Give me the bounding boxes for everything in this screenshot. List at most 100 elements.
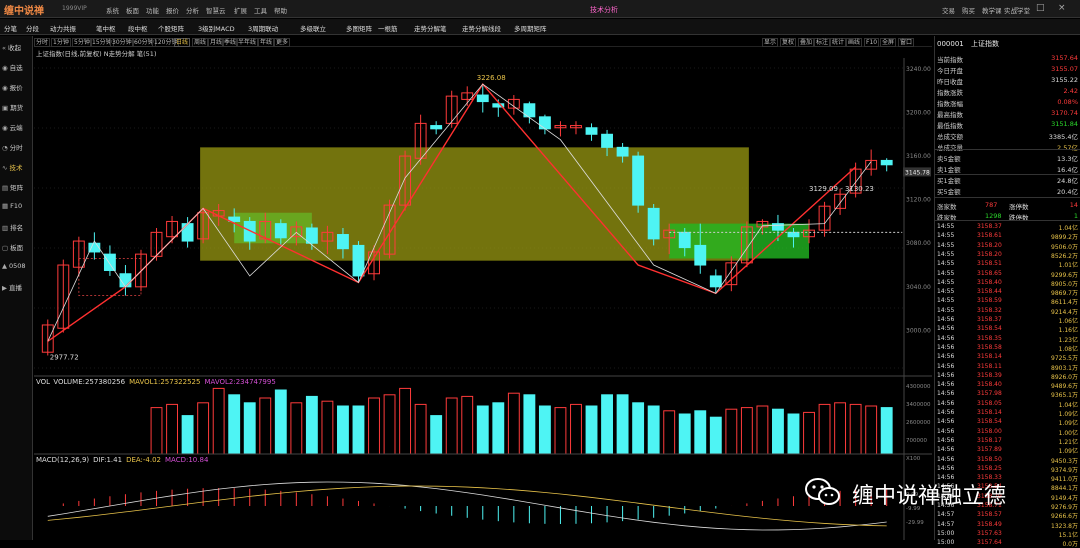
chart-tool-button[interactable]: 窗口: [898, 38, 915, 47]
sidebar-label: 0508: [9, 262, 26, 270]
period-tab[interactable]: 5分钟: [72, 38, 92, 47]
sidebar-icon: ◉: [2, 124, 8, 132]
volume-bar: [538, 405, 551, 455]
toolbar-button[interactable]: 多图矩阵: [346, 23, 372, 33]
menu-item[interactable]: 工具: [254, 5, 267, 15]
tick-row: 14:55 3158.20 9506.0万: [935, 241, 1080, 251]
period-tab[interactable]: 更多: [274, 38, 291, 47]
tick-price: 3158.37: [977, 316, 1002, 323]
chart-tool-button[interactable]: 画线: [846, 38, 863, 47]
menu-item[interactable]: 系统: [106, 5, 119, 15]
menu-item[interactable]: 报价: [166, 5, 179, 15]
chart-tool-button[interactable]: 显示: [762, 38, 779, 47]
quote-row: 指数涨幅 0.08%: [935, 96, 1080, 108]
right-menu-item[interactable]: 交易: [942, 5, 955, 15]
chart-tool-button[interactable]: F10: [864, 38, 880, 47]
sidebar-item[interactable]: ▣ 期货: [2, 102, 23, 112]
toolbar-button[interactable]: 一根筋: [378, 23, 398, 33]
toolbar-button[interactable]: 多周期矩阵: [514, 23, 547, 33]
volume-info-part: MAVOL1:257322525: [129, 378, 200, 386]
tick-price: 3158.14: [977, 409, 1002, 416]
volume-axis-label: 700000: [906, 438, 927, 444]
volume-bar: [616, 394, 629, 455]
tick-price: 3158.00: [977, 427, 1002, 435]
quote-label: 买5金额: [937, 188, 961, 196]
chart-tool-button[interactable]: 叠加: [798, 38, 815, 47]
sidebar-label: 矩阵: [10, 184, 24, 192]
count-value: 1: [1073, 212, 1078, 220]
sidebar-item[interactable]: ▥ 排名: [2, 222, 23, 232]
tick-price: 3158.14: [977, 353, 1002, 361]
close-icon[interactable]: ×: [1058, 3, 1066, 13]
sidebar-item[interactable]: ◉ 自选: [2, 62, 23, 72]
sidebar-label: 板面: [10, 244, 24, 252]
macd-info: MACD(12,26,9) DIF:1.41 DEA:-4.02 MACD:10.84: [36, 456, 209, 464]
sidebar-item[interactable]: ◉ 云端: [2, 122, 23, 132]
tick-time: 14:56: [937, 427, 955, 435]
toolbar-button[interactable]: 走势分解笔: [414, 23, 447, 33]
chart-tool-button[interactable]: 全屏: [880, 38, 897, 47]
pivot-range-label: 3129.09 - 3130.23: [809, 185, 874, 193]
sidebar-item[interactable]: ▶ 直播: [2, 282, 22, 292]
volume-bar: [414, 403, 427, 455]
toolbar-button[interactable]: 笔中枢: [96, 23, 116, 33]
sidebar-item[interactable]: «收起: [2, 42, 21, 52]
candle-body: [352, 244, 365, 277]
sidebar-icon: ▥: [2, 224, 9, 232]
tick-time: 14:55: [937, 269, 955, 277]
menu-item[interactable]: 帮助: [274, 5, 287, 15]
sidebar-item[interactable]: ◉ 报价: [2, 82, 23, 92]
toolbar-button[interactable]: 多级联立: [300, 23, 326, 33]
menu-item[interactable]: 智慧云: [206, 5, 226, 15]
chart-tool-button[interactable]: 复权: [780, 38, 797, 47]
quote-value: 3170.74: [1051, 109, 1078, 117]
period-tab[interactable]: 30分钟: [110, 38, 134, 47]
candle-body: [119, 273, 132, 288]
chart-tool-button[interactable]: 标注: [814, 38, 831, 47]
toolbar-button[interactable]: 个股矩阵: [158, 23, 184, 33]
price-axis-label: 3080.00: [906, 240, 931, 247]
period-tab[interactable]: 年线: [258, 38, 275, 47]
menu-item[interactable]: 板面: [126, 5, 139, 15]
tick-price: 3158.40: [977, 381, 1002, 389]
tick-time: 14:55: [937, 250, 955, 258]
sidebar-label: 报价: [9, 84, 23, 92]
period-tab[interactable]: 分时: [34, 38, 51, 47]
menu-item[interactable]: 分析: [186, 5, 199, 15]
quote-value: 0.08%: [1057, 98, 1078, 106]
menu-item[interactable]: 功能: [146, 5, 159, 15]
chart-tool-button[interactable]: 统计: [830, 38, 847, 47]
sidebar-item[interactable]: ▦ F10: [2, 202, 22, 210]
toolbar-button[interactable]: 动力共振: [50, 23, 76, 33]
tick-price: 3158.37: [977, 223, 1002, 230]
period-tab[interactable]: 半年线: [236, 38, 259, 47]
maximize-icon[interactable]: □: [1036, 3, 1045, 13]
sidebar-label: 排名: [10, 224, 24, 232]
menu-item[interactable]: 扩展: [234, 5, 247, 15]
period-tab[interactable]: 1分钟: [51, 38, 71, 47]
toolbar-button[interactable]: 3周期联动: [248, 23, 278, 33]
right-menu-item[interactable]: 实战学堂: [1004, 5, 1030, 15]
kline-chart[interactable]: 3226.08 2977.72 3129.09 - 3130.23 3240.00 32…: [34, 58, 932, 540]
toolbar-button[interactable]: 3级别MACD: [198, 23, 235, 33]
period-tab[interactable]: 日线: [174, 38, 191, 47]
sidebar-item[interactable]: ▢ 板面: [2, 242, 23, 252]
app-logo: 缠中说禅: [4, 6, 44, 17]
toolbar-button[interactable]: 分笔: [4, 23, 17, 33]
period-tab[interactable]: 周线: [192, 38, 209, 47]
tick-price: 3158.40: [977, 278, 1002, 286]
volume-bar: [166, 403, 178, 455]
sidebar-item[interactable]: ◔ 分时: [2, 142, 23, 152]
sidebar-icon: «: [2, 44, 6, 52]
sidebar-item[interactable]: ▲ 0508: [2, 262, 26, 270]
right-menu-item[interactable]: 购买: [962, 5, 975, 15]
sidebar-item[interactable]: ∿ 技术: [2, 162, 22, 172]
count-value: 14: [1069, 201, 1078, 209]
tick-time: 14:56: [937, 362, 955, 370]
tick-row: 14:55 3158.59 8611.4万: [935, 296, 1080, 306]
toolbar-button[interactable]: 走势分解线段: [462, 23, 501, 33]
sidebar-item[interactable]: ▤ 矩阵: [2, 182, 23, 192]
right-menu-item[interactable]: 教学课: [982, 5, 1002, 15]
toolbar-button[interactable]: 段中枢: [128, 23, 148, 33]
toolbar-button[interactable]: 分段: [26, 23, 39, 33]
